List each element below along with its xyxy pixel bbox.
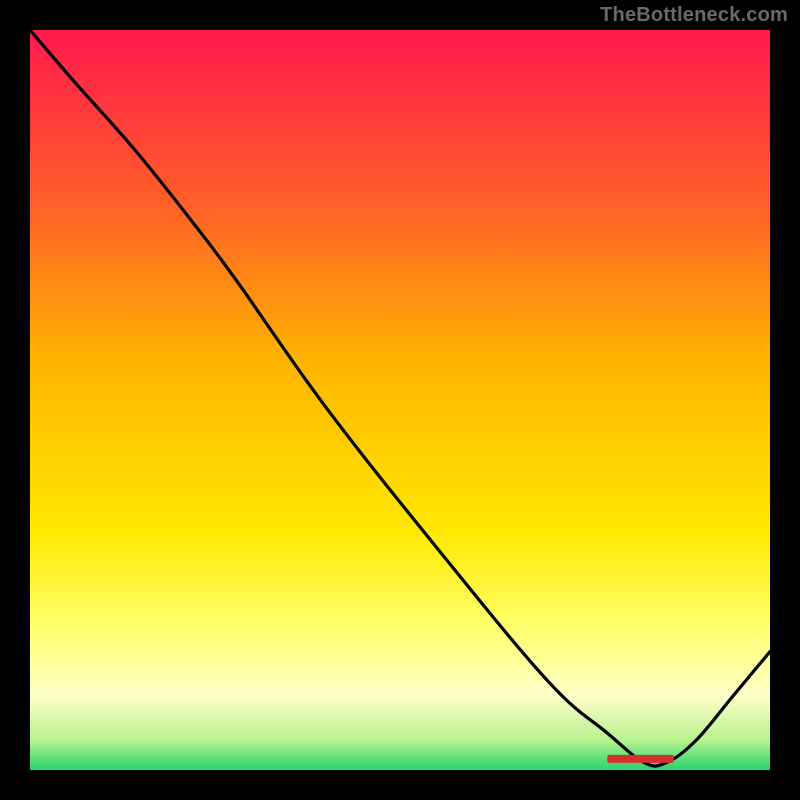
attribution-text: TheBottleneck.com bbox=[600, 4, 788, 27]
plot-area bbox=[30, 30, 770, 770]
optimum-marker bbox=[607, 755, 674, 763]
gradient-background bbox=[30, 30, 770, 770]
chart-container: TheBottleneck.com bbox=[0, 0, 800, 800]
bottleneck-chart bbox=[30, 30, 770, 770]
